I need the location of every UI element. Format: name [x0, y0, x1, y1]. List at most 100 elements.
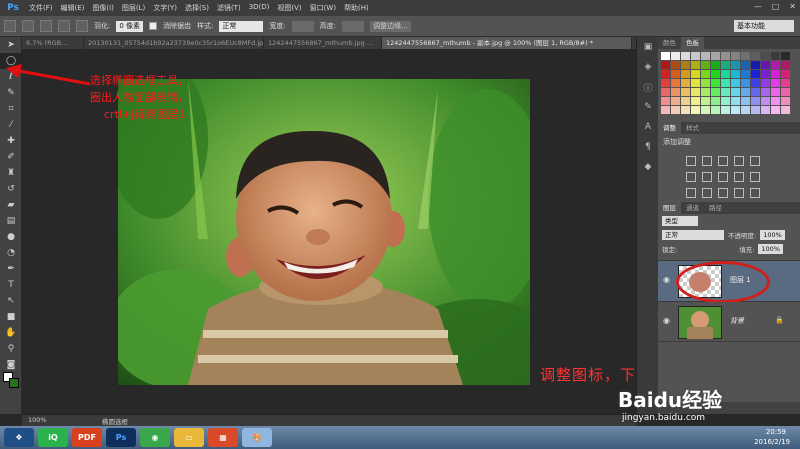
color-swatch[interactable] — [761, 106, 770, 114]
color-swatch[interactable] — [761, 70, 770, 78]
3d-panel-icon[interactable]: ◆ — [637, 157, 659, 177]
color-swatch[interactable] — [781, 88, 790, 96]
color-swatch[interactable] — [701, 106, 710, 114]
history-panel-icon[interactable]: ▣ — [637, 37, 659, 57]
tab-layers[interactable]: 图层 — [658, 202, 681, 214]
color-swatch[interactable] — [741, 61, 750, 69]
subtract-selection-button[interactable] — [58, 20, 70, 32]
photo-filter-icon[interactable] — [734, 172, 744, 182]
color-swatch[interactable] — [711, 79, 720, 87]
color-swatch[interactable] — [751, 106, 760, 114]
color-swatch[interactable] — [701, 88, 710, 96]
refine-edge-button[interactable]: 调整边缘... — [370, 20, 411, 32]
color-swatch[interactable] — [671, 88, 680, 96]
tab-swatches[interactable]: 色板 — [681, 37, 704, 49]
gradient-tool-icon[interactable]: ▤ — [0, 213, 22, 229]
minimize-button[interactable]: — — [754, 2, 762, 11]
posterize-icon[interactable] — [702, 188, 712, 198]
color-swatch[interactable] — [691, 79, 700, 87]
character-panel-icon[interactable]: A — [637, 117, 659, 137]
color-swatch[interactable] — [711, 88, 720, 96]
color-swatch[interactable] — [771, 88, 780, 96]
paragraph-panel-icon[interactable]: ¶ — [637, 137, 659, 157]
menu-edit[interactable]: 编辑(E) — [61, 3, 85, 13]
color-swatch[interactable] — [771, 106, 780, 114]
menu-file[interactable]: 文件(F) — [29, 3, 53, 13]
pen-tool-icon[interactable]: ✒ — [0, 261, 22, 277]
browser-360-icon[interactable]: ◉ — [140, 428, 170, 447]
quick-mask-icon[interactable]: ◙ — [0, 357, 22, 373]
channel-mixer-icon[interactable] — [750, 172, 760, 182]
color-swatch[interactable] — [731, 52, 740, 60]
color-swatch[interactable] — [711, 106, 720, 114]
brush-panel-icon[interactable]: ✎ — [637, 97, 659, 117]
hand-tool-icon[interactable]: ✋ — [0, 325, 22, 341]
move-tool-icon[interactable]: ➤ — [0, 37, 22, 53]
color-swatch[interactable] — [761, 52, 770, 60]
color-swatch[interactable] — [681, 97, 690, 105]
color-swatch[interactable] — [771, 97, 780, 105]
paint-app-icon[interactable]: 🎨 — [242, 428, 272, 447]
color-swatch[interactable] — [711, 61, 720, 69]
color-swatch[interactable] — [711, 52, 720, 60]
document-tab[interactable]: 20130131_05754d1b92a23739e0c35r1o6EUc8MF… — [84, 37, 264, 49]
antialias-checkbox[interactable] — [149, 22, 158, 30]
color-swatch[interactable] — [731, 70, 740, 78]
tab-channels[interactable]: 通道 — [681, 202, 704, 214]
hue-saturation-icon[interactable] — [686, 172, 696, 182]
clock-date[interactable]: 2016/2/19 — [754, 438, 790, 446]
document-tab-active[interactable]: 1242447556867_mthumb - 副本.jpg @ 100% (图层… — [382, 37, 632, 49]
opacity-input[interactable]: 100% — [760, 230, 785, 240]
color-swatch[interactable] — [661, 70, 670, 78]
color-swatch[interactable] — [771, 79, 780, 87]
color-swatch[interactable] — [761, 88, 770, 96]
height-input[interactable] — [342, 20, 365, 32]
color-swatch[interactable] — [701, 61, 710, 69]
rectangle-tool-icon[interactable]: ■ — [0, 309, 22, 325]
layer-row-selected[interactable]: ◉ 图层 1 — [658, 260, 800, 303]
color-swatch[interactable] — [671, 79, 680, 87]
photoshop-app-icon[interactable]: Ps — [106, 428, 136, 447]
exposure-icon[interactable] — [734, 156, 744, 166]
color-swatch[interactable] — [701, 97, 710, 105]
fill-input[interactable]: 100% — [758, 244, 783, 254]
color-swatch[interactable] — [671, 70, 680, 78]
color-swatch[interactable] — [751, 97, 760, 105]
new-selection-button[interactable] — [22, 20, 34, 32]
color-swatch[interactable] — [781, 106, 790, 114]
layer-row[interactable]: ◉ 背景 🔒 — [658, 302, 800, 342]
vibrance-icon[interactable] — [750, 156, 760, 166]
path-selection-tool-icon[interactable]: ↖ — [0, 293, 22, 309]
width-input[interactable] — [291, 20, 314, 32]
color-swatch[interactable] — [711, 97, 720, 105]
threshold-icon[interactable] — [718, 188, 728, 198]
menu-help[interactable]: 帮助(H) — [344, 3, 369, 13]
color-swatch[interactable] — [751, 88, 760, 96]
tab-color[interactable]: 颜色 — [658, 37, 681, 49]
color-swatch[interactable] — [781, 79, 790, 87]
document-tab[interactable]: 6.7% (RGB... — [22, 37, 84, 49]
color-swatch[interactable] — [711, 70, 720, 78]
background-color-swatch[interactable] — [9, 378, 19, 388]
color-swatch[interactable] — [691, 61, 700, 69]
color-swatch[interactable] — [741, 70, 750, 78]
workspace-select[interactable]: 基本功能 — [734, 20, 794, 32]
zoom-level[interactable]: 100% — [28, 416, 47, 424]
clock-time[interactable]: 20:59 — [766, 428, 786, 436]
color-swatch[interactable] — [741, 52, 750, 60]
color-swatch[interactable] — [741, 88, 750, 96]
color-swatch[interactable] — [761, 97, 770, 105]
menu-filter[interactable]: 滤镜(T) — [217, 3, 241, 13]
color-swatch[interactable] — [751, 61, 760, 69]
eraser-tool-icon[interactable]: ▰ — [0, 197, 22, 213]
color-swatch[interactable] — [661, 106, 670, 114]
canvas-photo[interactable] — [118, 79, 530, 385]
color-swatch[interactable] — [661, 97, 670, 105]
color-swatch[interactable] — [721, 61, 730, 69]
color-swatch[interactable] — [681, 61, 690, 69]
color-swatch[interactable] — [701, 79, 710, 87]
menu-type[interactable]: 文字(Y) — [153, 3, 177, 13]
selective-color-icon[interactable] — [750, 188, 760, 198]
color-swatch[interactable] — [671, 97, 680, 105]
menu-3d[interactable]: 3D(D) — [249, 3, 270, 13]
